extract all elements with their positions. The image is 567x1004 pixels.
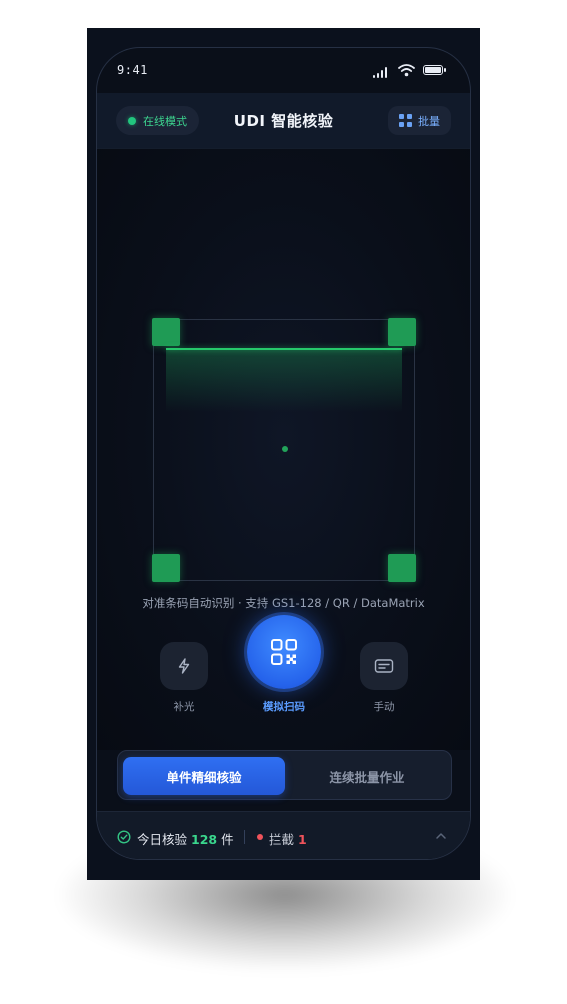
scan-corner-top-right bbox=[388, 318, 416, 346]
camera-viewfinder: 对准条码自动识别 · 支持 GS1-128 / QR / DataMatrix … bbox=[97, 149, 470, 750]
simulate-scan-button[interactable] bbox=[247, 615, 321, 689]
tab-batch-operation[interactable]: 连续批量作业 bbox=[287, 757, 447, 795]
check-circle-icon bbox=[117, 830, 131, 844]
blocked-stat: 拦截 1 bbox=[269, 829, 307, 848]
simulate-scan-label: 模拟扫码 bbox=[263, 701, 305, 713]
battery-icon bbox=[423, 65, 446, 75]
scan-line bbox=[166, 348, 402, 350]
wifi-icon bbox=[398, 64, 415, 77]
scan-corner-top-left bbox=[152, 318, 180, 346]
mode-segmented-control: 单件精细核验 连续批量作业 bbox=[117, 750, 452, 800]
cellular-signal-icon bbox=[373, 66, 391, 78]
today-unit: 件 bbox=[221, 832, 234, 847]
focus-dot bbox=[282, 446, 288, 452]
flash-icon bbox=[178, 658, 190, 674]
blocked-count: 1 bbox=[298, 832, 307, 847]
flash-label: 补光 bbox=[173, 701, 195, 713]
scan-frame bbox=[152, 318, 416, 582]
blocked-label: 拦截 bbox=[269, 832, 295, 847]
grid-icon bbox=[399, 114, 412, 127]
tab-single-verification[interactable]: 单件精细核验 bbox=[123, 757, 285, 795]
scan-hint: 对准条码自动识别 · 支持 GS1-128 / QR / DataMatrix bbox=[142, 596, 425, 610]
batch-label: 批量 bbox=[418, 114, 440, 128]
scan-corner-bottom-right bbox=[388, 554, 416, 582]
today-prefix: 今日核验 bbox=[137, 832, 188, 847]
scan-corner-bottom-left bbox=[152, 554, 180, 582]
chevron-up-icon[interactable] bbox=[434, 829, 448, 843]
batch-button[interactable]: 批量 bbox=[388, 106, 451, 135]
status-time: 9:41 bbox=[117, 63, 148, 77]
stat-divider bbox=[244, 830, 245, 844]
status-bar: 9:41 bbox=[97, 48, 470, 93]
nav-bar: 在线模式 UDI 智能核验 批量 bbox=[97, 93, 470, 149]
blocked-dot-icon bbox=[257, 834, 263, 840]
flash-button[interactable] bbox=[160, 642, 208, 690]
stats-footer[interactable]: 今日核验 128 件 拦截 1 bbox=[97, 811, 470, 859]
manual-input-button[interactable] bbox=[360, 642, 408, 690]
manual-input-label: 手动 bbox=[373, 701, 395, 713]
today-count: 128 bbox=[191, 832, 218, 847]
qr-scan-icon bbox=[271, 639, 297, 665]
scan-line-glow bbox=[166, 350, 402, 412]
today-verified-stat: 今日核验 128 件 bbox=[137, 829, 234, 848]
phone-screen: 9:41 在线模式 UDI 智能核验 批量 对准条码自动识别 · 支持 GS1-… bbox=[96, 47, 471, 860]
keyboard-icon bbox=[374, 659, 394, 673]
